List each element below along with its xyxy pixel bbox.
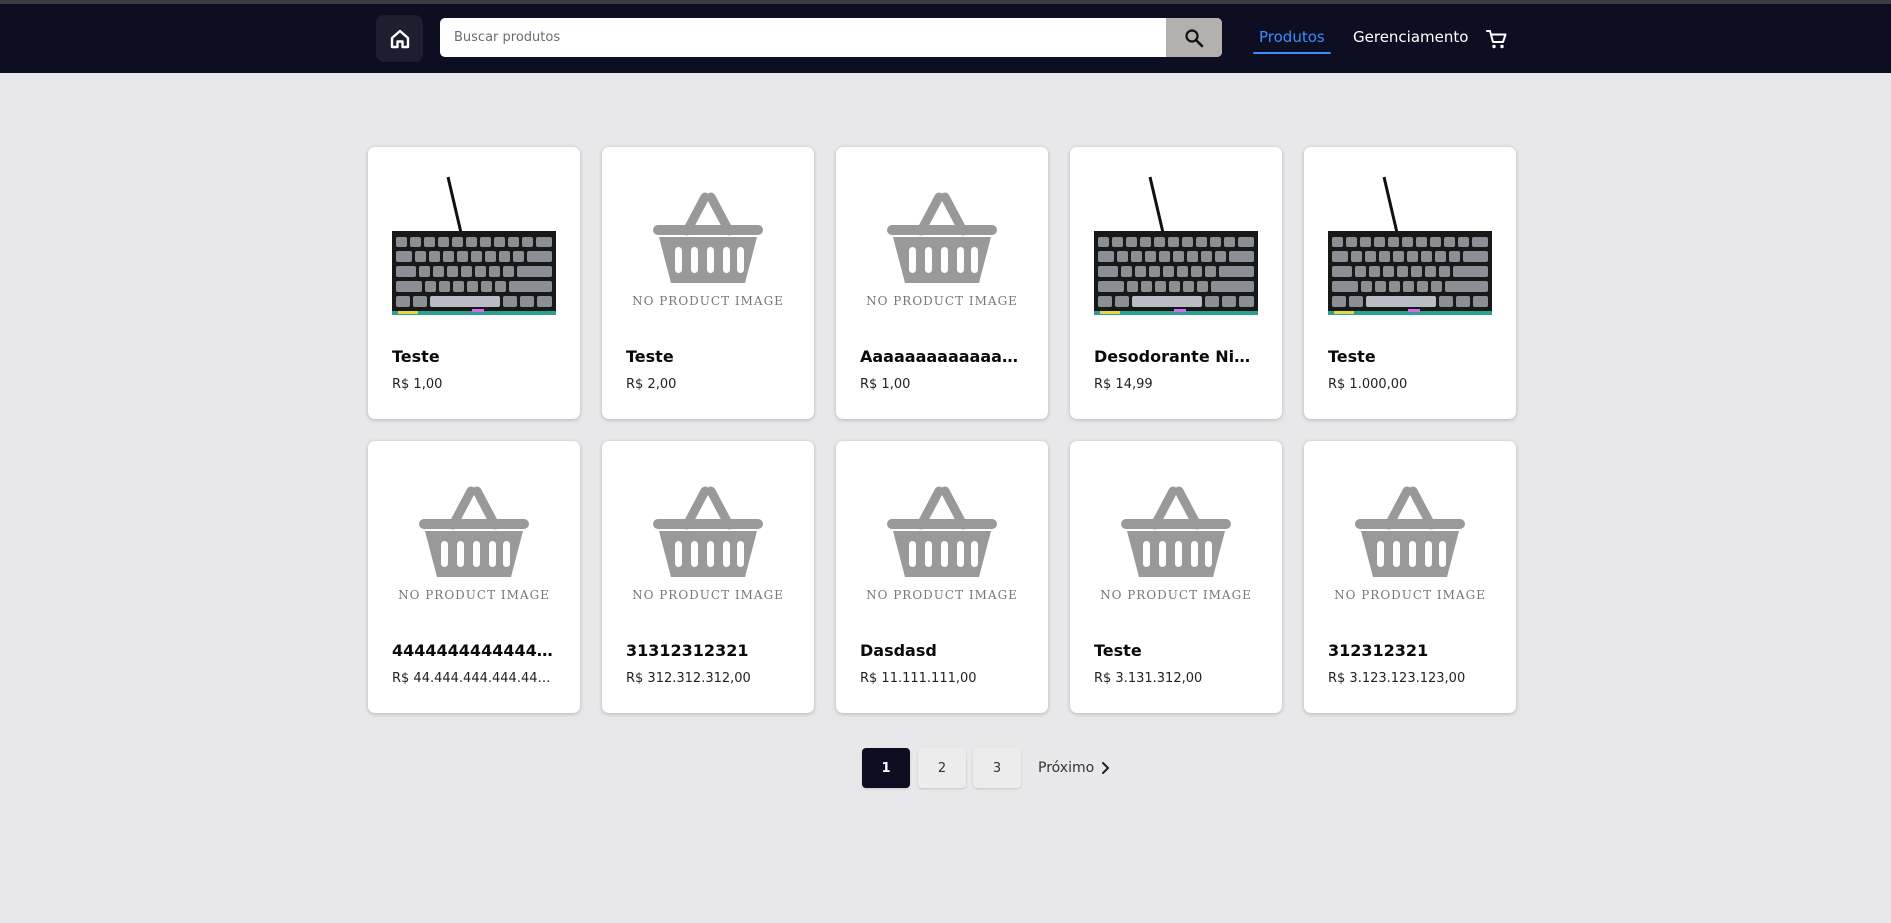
no-product-image-text: NO PRODUCT IMAGE	[632, 294, 784, 308]
nav-link-products[interactable]: Produtos	[1259, 28, 1325, 46]
product-image-placeholder: NO PRODUCT IMAGE	[860, 465, 1024, 629]
product-price: R$ 3.123.123.123,00	[1328, 671, 1466, 686]
product-image-keyboard	[392, 171, 556, 335]
search-bar	[440, 18, 1222, 57]
product-card[interactable]: NO PRODUCT IMAGE Teste R$ 3.131.312,00	[1070, 441, 1282, 713]
product-price: R$ 3.131.312,00	[1094, 671, 1203, 686]
cart-button[interactable]	[1484, 26, 1510, 52]
basket-icon	[1121, 486, 1231, 577]
product-card[interactable]: NO PRODUCT IMAGE 31312312321 R$ 312.312.…	[602, 441, 814, 713]
basket-icon	[887, 486, 997, 577]
product-name: 31312312321	[626, 641, 749, 660]
product-card[interactable]: NO PRODUCT IMAGE Aaaaaaaaaaaaaaa... R$ 1…	[836, 147, 1048, 419]
no-product-image-text: NO PRODUCT IMAGE	[866, 588, 1018, 602]
product-name: Dasdasd	[860, 641, 937, 660]
product-card[interactable]: Teste R$ 1,00	[368, 147, 580, 419]
product-price: R$ 1.000,00	[1328, 377, 1408, 392]
product-name: Teste	[1094, 641, 1142, 660]
next-page-button[interactable]: Próximo	[1038, 748, 1118, 788]
page-button-2[interactable]: 2	[918, 748, 966, 788]
product-card[interactable]: Desodorante Nive... R$ 14,99	[1070, 147, 1282, 419]
product-card[interactable]: NO PRODUCT IMAGE Dasdasd R$ 11.111.111,0…	[836, 441, 1048, 713]
no-product-image-text: NO PRODUCT IMAGE	[632, 588, 784, 602]
active-nav-indicator	[1253, 52, 1331, 54]
product-price: R$ 44.444.444.444.444...	[392, 671, 556, 686]
product-price: R$ 1,00	[392, 377, 443, 392]
product-card[interactable]: NO PRODUCT IMAGE 4444444444444444 R$ 44.…	[368, 441, 580, 713]
no-product-image-text: NO PRODUCT IMAGE	[398, 588, 550, 602]
product-card[interactable]: Teste R$ 1.000,00	[1304, 147, 1516, 419]
product-name: Teste	[626, 347, 674, 366]
product-image-keyboard	[1094, 171, 1258, 335]
product-price: R$ 1,00	[860, 377, 911, 392]
product-image-placeholder: NO PRODUCT IMAGE	[626, 465, 790, 629]
no-product-image-text: NO PRODUCT IMAGE	[866, 294, 1018, 308]
product-price: R$ 2,00	[626, 377, 677, 392]
basket-icon	[887, 192, 997, 283]
product-name: Teste	[1328, 347, 1376, 366]
basket-icon	[1355, 486, 1465, 577]
basket-icon	[653, 486, 763, 577]
product-name: 312312321	[1328, 641, 1429, 660]
product-price: R$ 312.312.312,00	[626, 671, 751, 686]
product-card[interactable]: NO PRODUCT IMAGE 312312321 R$ 3.123.123.…	[1304, 441, 1516, 713]
no-product-image-text: NO PRODUCT IMAGE	[1100, 588, 1252, 602]
nav-link-management[interactable]: Gerenciamento	[1353, 28, 1468, 46]
product-image-keyboard	[1328, 171, 1492, 335]
product-image-placeholder: NO PRODUCT IMAGE	[860, 171, 1024, 335]
page-button-3[interactable]: 3	[973, 748, 1021, 788]
search-icon	[1185, 28, 1204, 47]
basket-icon	[419, 486, 529, 577]
top-navbar: Produtos Gerenciamento	[0, 4, 1891, 73]
search-button[interactable]	[1166, 18, 1222, 57]
search-input[interactable]	[440, 18, 1168, 57]
no-product-image-text: NO PRODUCT IMAGE	[1334, 588, 1486, 602]
product-name: 4444444444444444	[392, 641, 556, 660]
home-icon	[390, 29, 409, 48]
product-name: Desodorante Nive...	[1094, 347, 1258, 366]
product-card[interactable]: NO PRODUCT IMAGE Teste R$ 2,00	[602, 147, 814, 419]
product-price: R$ 11.111.111,00	[860, 671, 977, 686]
product-name: Teste	[392, 347, 440, 366]
page-button-1[interactable]: 1	[862, 748, 910, 788]
shopping-cart-icon	[1486, 30, 1507, 49]
product-image-placeholder: NO PRODUCT IMAGE	[1094, 465, 1258, 629]
home-button[interactable]	[376, 15, 423, 62]
product-name: Aaaaaaaaaaaaaaa...	[860, 347, 1024, 366]
product-image-placeholder: NO PRODUCT IMAGE	[626, 171, 790, 335]
chevron-right-icon	[1102, 762, 1110, 774]
product-price: R$ 14,99	[1094, 377, 1153, 392]
next-page-label: Próximo	[1038, 760, 1095, 776]
product-image-placeholder: NO PRODUCT IMAGE	[392, 465, 556, 629]
product-image-placeholder: NO PRODUCT IMAGE	[1328, 465, 1492, 629]
basket-icon	[653, 192, 763, 283]
